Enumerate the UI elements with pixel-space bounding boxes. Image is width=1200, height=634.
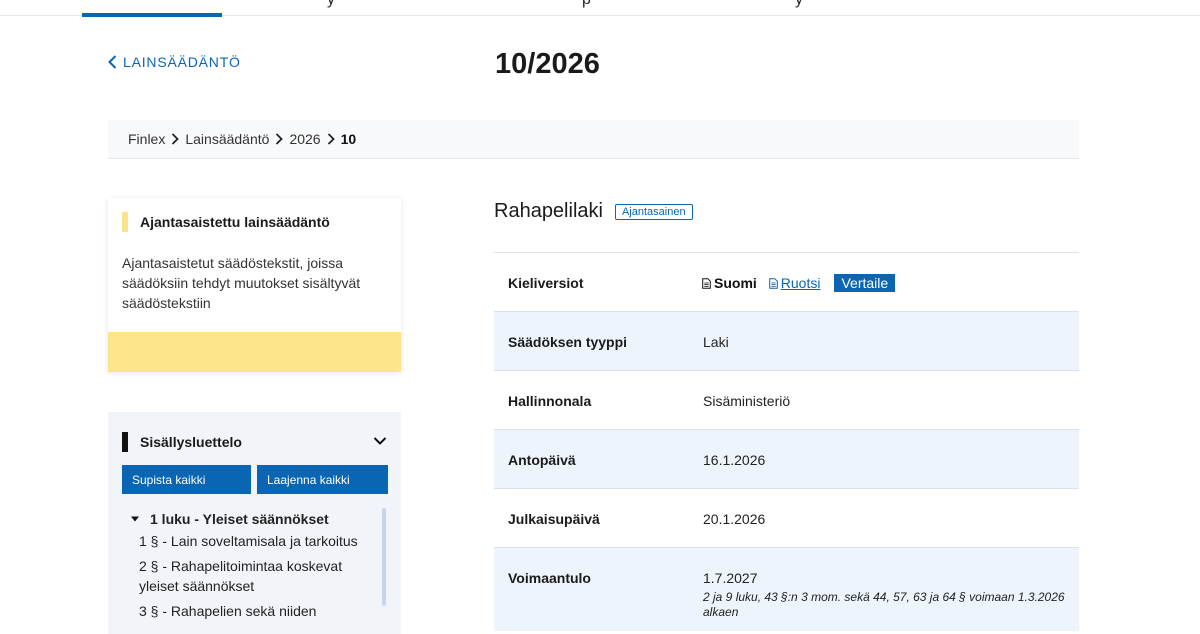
breadcrumb-item-finlex[interactable]: Finlex (128, 131, 165, 147)
metadata-label: Kieliversiot (508, 275, 584, 291)
toc-scrollbar[interactable] (382, 508, 386, 606)
toc-item[interactable]: 1 § - Lain soveltamisala ja tarkoitus (122, 531, 372, 551)
card-accent-bar (122, 212, 128, 232)
metadata-label: Säädöksen tyyppi (508, 334, 628, 350)
page-title: 10/2026 (495, 48, 600, 80)
language-finnish: Suomi (702, 275, 757, 291)
metadata-value: Laki (703, 334, 729, 350)
document-icon (702, 277, 711, 289)
metadata-row-type: Säädöksen tyyppi Laki (494, 311, 1079, 370)
chevron-right-icon (172, 133, 180, 145)
metadata-label: Voimaantulo (508, 570, 591, 586)
updated-legislation-card: Ajantasaistettu lainsäädäntö Ajantasaist… (108, 198, 401, 372)
status-badge: Ajantasainen (614, 203, 693, 220)
compare-button[interactable]: Vertaile (834, 274, 896, 292)
chevron-left-icon (108, 55, 117, 69)
expand-all-button[interactable]: Laajenna kaikki (257, 465, 388, 494)
toc-chapter-label: 1 luku - Yleiset säännökset (150, 511, 329, 527)
metadata-label: Antopäivä (508, 452, 576, 468)
toc-header: Sisällysluettelo (122, 432, 242, 452)
metadata-value: Sisäministeriö (703, 393, 791, 409)
collapse-all-button[interactable]: Supista kaikki (122, 465, 251, 494)
act-name: Rahapelilaki (494, 200, 603, 222)
language-finnish-label: Suomi (714, 275, 757, 291)
metadata-row-ministry: Hallinnonala Sisäministeriö (494, 370, 1079, 429)
card-yellow-footer (108, 332, 401, 372)
metadata-value: 1.7.2027 (703, 570, 758, 586)
updated-card-header: Ajantasaistettu lainsäädäntö (122, 212, 330, 232)
breadcrumb-item-legislation[interactable]: Lainsäädäntö (185, 131, 269, 147)
act-heading: Rahapelilaki Ajantasainen (494, 200, 693, 223)
breadcrumb-item-year[interactable]: 2026 (289, 131, 320, 147)
metadata-row-effective: Voimaantulo 1.7.2027 2 ja 9 luku, 43 §:n… (494, 547, 1079, 631)
metadata-value: 16.1.2026 (703, 452, 766, 468)
toc-item[interactable]: 3 § - Rahapelien sekä niiden (122, 601, 372, 621)
toc-list: 1 luku - Yleiset säännökset 1 § - Lain s… (122, 507, 372, 626)
document-icon (768, 277, 778, 289)
metadata-value: 20.1.2026 (703, 511, 766, 527)
tab-label-fragment[interactable]: y (327, 0, 335, 9)
breadcrumb: Finlex Lainsäädäntö 2026 10 (108, 120, 1079, 159)
metadata-row-languages: Kieliversiot Suomi Ruotsi Vertaile (494, 252, 1079, 311)
top-navigation: y p y (0, 0, 1200, 17)
updated-card-description: Ajantasaistetut säädöstekstit, joissa sä… (122, 255, 361, 311)
tab-label-fragment[interactable]: y (795, 0, 803, 9)
chevron-right-icon (276, 133, 284, 145)
toc-accent-bar (122, 432, 128, 452)
table-of-contents: Sisällysluettelo Supista kaikki Laajenna… (108, 412, 401, 634)
metadata-row-issued: Antopäivä 16.1.2026 (494, 429, 1079, 488)
metadata-label: Julkaisupäivä (508, 511, 600, 527)
language-swedish-link[interactable]: Ruotsi (768, 275, 821, 291)
act-metadata-table: Kieliversiot Suomi Ruotsi Vertaile Säädö… (494, 252, 1079, 631)
effective-note: 2 ja 9 luku, 43 §:n 3 mom. sekä 44, 57, … (703, 590, 1065, 619)
language-swedish-label: Ruotsi (780, 275, 821, 291)
toc-title: Sisällysluettelo (140, 434, 242, 450)
language-versions: Suomi Ruotsi Vertaile (702, 274, 896, 292)
toc-item[interactable]: 2 § - Rahapelitoimintaa koskevat yleiset… (122, 556, 372, 596)
breadcrumb-current: 10 (340, 131, 357, 147)
updated-card-title: Ajantasaistettu lainsäädäntö (140, 214, 330, 230)
metadata-label: Hallinnonala (508, 393, 592, 409)
back-to-legislation-link[interactable]: LAINSÄÄDÄNTÖ (108, 54, 241, 70)
caret-down-icon (131, 516, 139, 522)
active-tab-indicator[interactable] (82, 13, 222, 17)
tab-label-fragment[interactable]: p (582, 0, 591, 9)
chevron-down-icon[interactable] (373, 434, 387, 448)
toc-chapter-1[interactable]: 1 luku - Yleiset säännökset (130, 507, 372, 531)
back-link-label: LAINSÄÄDÄNTÖ (123, 54, 241, 70)
chevron-right-icon (327, 133, 335, 145)
metadata-row-published: Julkaisupäivä 20.1.2026 (494, 488, 1079, 547)
